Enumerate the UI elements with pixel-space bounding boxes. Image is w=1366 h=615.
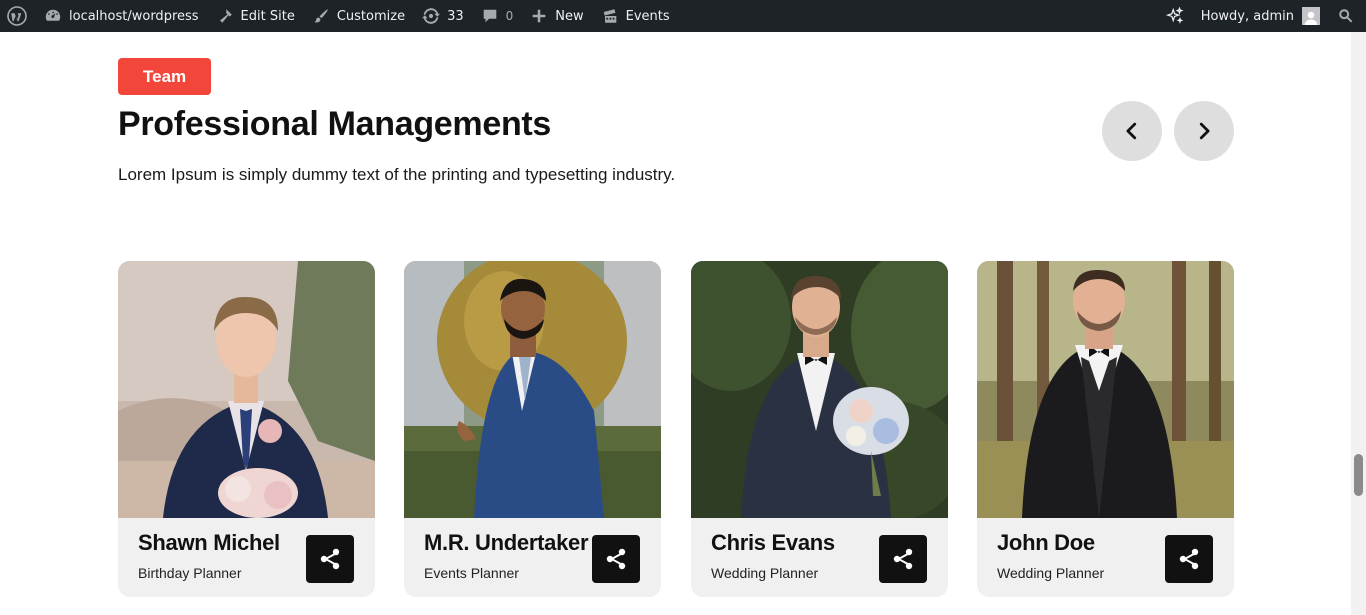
team-card-info: M.R. Undertaker Events Planner	[404, 518, 661, 597]
howdy-label: Howdy, admin	[1200, 8, 1294, 24]
events-label: Events	[625, 8, 670, 24]
hammer-icon	[215, 6, 235, 26]
share-button[interactable]	[1165, 535, 1213, 583]
site-name-link[interactable]: localhost/wordpress	[35, 0, 207, 32]
new-label: New	[555, 8, 584, 24]
team-member-role: Wedding Planner	[997, 565, 1105, 581]
avatar	[1302, 7, 1320, 25]
customize-label: Customize	[336, 8, 406, 24]
updates-icon	[421, 6, 441, 26]
new-content-link[interactable]: New	[521, 0, 591, 32]
team-card-info: Chris Evans Wedding Planner	[691, 518, 948, 597]
team-card: Chris Evans Wedding Planner	[691, 261, 948, 597]
team-section: Team Professional Managements Lorem Ipsu…	[118, 32, 1234, 615]
sparkle-icon	[1165, 6, 1185, 26]
edit-site-label: Edit Site	[240, 8, 295, 24]
team-card: John Doe Wedding Planner	[977, 261, 1234, 597]
page-scrollbar[interactable]	[1351, 32, 1366, 615]
team-card: Shawn Michel Birthday Planner	[118, 261, 375, 597]
share-icon	[893, 548, 913, 570]
chevron-left-icon	[1126, 122, 1137, 140]
share-icon	[606, 548, 626, 570]
comments-link[interactable]: 0	[472, 0, 522, 32]
admin-bar: localhost/wordpress Edit Site Customize …	[0, 0, 1366, 32]
team-member-role: Wedding Planner	[711, 565, 819, 581]
team-card-info: Shawn Michel Birthday Planner	[118, 518, 375, 597]
team-member-name: Shawn Michel	[138, 530, 280, 555]
team-member-photo	[118, 261, 375, 518]
share-icon	[320, 548, 340, 570]
team-card: M.R. Undertaker Events Planner	[404, 261, 661, 597]
team-member-photo	[404, 261, 661, 518]
wordpress-icon	[6, 5, 28, 27]
admin-bar-right: Howdy, admin	[1157, 0, 1366, 32]
share-button[interactable]	[306, 535, 354, 583]
ai-assistant-button[interactable]	[1157, 0, 1193, 32]
dashboard-icon	[43, 6, 63, 26]
site-name-label: localhost/wordpress	[69, 8, 199, 24]
comment-icon	[480, 6, 500, 26]
admin-search-button[interactable]	[1328, 0, 1366, 32]
team-member-role: Birthday Planner	[138, 565, 242, 581]
updates-link[interactable]: 33	[413, 0, 472, 32]
share-icon	[1179, 548, 1199, 570]
customize-link[interactable]: Customize	[303, 0, 413, 32]
section-title: Professional Managements	[118, 105, 552, 143]
my-account-link[interactable]: Howdy, admin	[1193, 0, 1328, 32]
events-link[interactable]: Events	[592, 0, 678, 32]
section-subtitle: Lorem Ipsum is simply dummy text of the …	[118, 165, 676, 184]
calendar-icon	[600, 6, 620, 26]
chevron-right-icon	[1199, 122, 1210, 140]
updates-count: 33	[447, 8, 464, 24]
team-carousel: Shawn Michel Birthday Planner M.R. Under…	[118, 261, 1234, 597]
wordpress-logo-button[interactable]	[0, 0, 35, 32]
scrollbar-thumb[interactable]	[1354, 454, 1363, 496]
share-button[interactable]	[879, 535, 927, 583]
team-member-role: Events Planner	[424, 565, 519, 581]
team-member-photo	[691, 261, 948, 518]
team-member-name: John Doe	[997, 530, 1095, 555]
team-member-name: Chris Evans	[711, 530, 835, 555]
section-tag: Team	[118, 58, 212, 95]
comments-count: 0	[505, 9, 514, 23]
carousel-next-button[interactable]	[1174, 101, 1234, 161]
carousel-prev-button[interactable]	[1102, 101, 1162, 161]
team-member-photo	[977, 261, 1234, 518]
search-icon	[1336, 6, 1356, 26]
brush-icon	[311, 6, 331, 26]
share-button[interactable]	[592, 535, 640, 583]
team-member-name: M.R. Undertaker	[424, 530, 589, 555]
plus-icon	[529, 6, 549, 26]
team-card-info: John Doe Wedding Planner	[977, 518, 1234, 597]
edit-site-link[interactable]: Edit Site	[207, 0, 303, 32]
